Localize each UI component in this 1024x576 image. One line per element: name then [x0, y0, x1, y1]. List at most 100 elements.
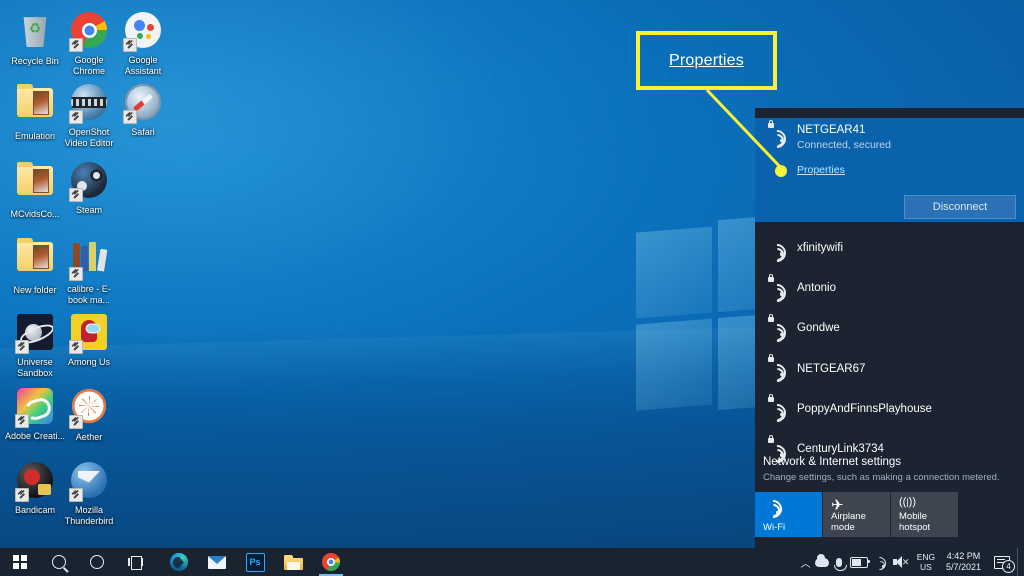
- quick-action-airplane-mode[interactable]: ✈ Airplane mode: [823, 492, 890, 537]
- network-list-item-xfinitywifi[interactable]: xfinitywifi: [755, 228, 1024, 268]
- shortcut-arrow-icon: [69, 110, 83, 124]
- google-assistant-icon: [123, 12, 163, 52]
- network-ssid: NETGEAR67: [797, 362, 866, 375]
- wifi-secured-icon: [764, 273, 790, 306]
- network-ssid: xfinitywifi: [797, 242, 844, 255]
- callout-properties-box: Properties: [636, 31, 777, 90]
- desktop-icon-google-chrome[interactable]: Google Chrome: [58, 10, 120, 76]
- taskbar: Ps ︿ ✕ ENG US 4:42 PM 5/7/2021 4: [0, 548, 1024, 576]
- desktop-icon-adobe-creative-cloud[interactable]: Adobe Creati...: [4, 386, 66, 442]
- network-internet-settings-link[interactable]: Network & Internet settings: [755, 456, 1024, 468]
- desktop-icon-label: New folder: [13, 285, 57, 295]
- wifi-icon: [760, 496, 786, 522]
- network-flyout-panel: NETGEAR41 Connected, secured Properties …: [755, 108, 1024, 548]
- network-wifi-icon[interactable]: [870, 548, 890, 576]
- network-list-item-poppyandfinnsplayhouse[interactable]: PoppyAndFinnsPlayhouse: [755, 389, 1024, 429]
- desktop-icon-openshot-video-editor[interactable]: OpenShot Video Editor: [58, 82, 120, 148]
- start-button[interactable]: [0, 548, 40, 576]
- network-list-item-antonio[interactable]: Antonio: [755, 268, 1024, 308]
- battery-icon[interactable]: [848, 548, 870, 576]
- network-ssid: PoppyAndFinnsPlayhouse: [797, 402, 932, 415]
- folder-icon: [15, 238, 55, 282]
- microphone-icon[interactable]: [831, 548, 848, 576]
- quick-action-wifi[interactable]: Wi-Fi: [755, 492, 822, 537]
- quick-action-label: Mobile hotspot: [899, 511, 931, 533]
- shortcut-arrow-icon: [69, 488, 83, 502]
- desktop-icon-bandicam[interactable]: Bandicam: [4, 460, 66, 516]
- network-list-item-gondwe[interactable]: Gondwe: [755, 308, 1024, 348]
- desktop-icon-aether[interactable]: Aether: [58, 386, 120, 443]
- shortcut-arrow-icon: [69, 415, 83, 429]
- language-line-2: US: [920, 562, 932, 572]
- file-explorer-button[interactable]: [274, 548, 312, 576]
- properties-link[interactable]: Properties: [797, 164, 845, 176]
- desktop-icon-steam[interactable]: Steam: [58, 160, 120, 216]
- desktop-icon-label: OpenShot Video Editor: [64, 127, 114, 148]
- file-explorer-icon: [283, 554, 303, 570]
- shortcut-arrow-icon: [123, 38, 137, 52]
- system-tray: ︿ ✕ ENG US 4:42 PM 5/7/2021 4: [797, 548, 1024, 576]
- clock-time: 4:42 PM: [946, 551, 981, 561]
- shortcut-arrow-icon: [15, 488, 29, 502]
- among-us-icon: [69, 314, 109, 354]
- task-view-icon: [128, 556, 142, 570]
- network-internet-settings-section: Network & Internet settings Change setti…: [755, 456, 1024, 483]
- wifi-secured-icon: [764, 434, 790, 467]
- quick-action-label: Wi-Fi: [763, 521, 786, 533]
- shortcut-arrow-icon: [69, 38, 83, 52]
- shortcut-arrow-icon: [69, 267, 83, 281]
- volume-muted-icon[interactable]: ✕: [890, 548, 912, 576]
- network-ssid: Gondwe: [797, 322, 840, 335]
- clock-date: 5/7/2021: [945, 562, 981, 572]
- photoshop-icon: Ps: [245, 552, 265, 572]
- cortana-button[interactable]: [78, 548, 116, 576]
- edge-button[interactable]: [160, 548, 198, 576]
- desktop-icon-among-us[interactable]: Among Us: [58, 312, 120, 368]
- language-indicator[interactable]: ENG US: [912, 552, 940, 572]
- desktop-icon-label: MCvidsCo...: [10, 209, 60, 219]
- show-hidden-icons-button[interactable]: ︿: [797, 548, 814, 576]
- desktop-icon-emulation[interactable]: Emulation: [4, 82, 66, 142]
- show-desktop-button[interactable]: [1017, 548, 1024, 576]
- shortcut-arrow-icon: [69, 340, 83, 354]
- connected-network-row[interactable]: NETGEAR41 Connected, secured Properties …: [755, 118, 1024, 222]
- disconnect-button[interactable]: Disconnect: [904, 195, 1016, 219]
- folder-icon: [15, 162, 55, 206]
- universe-sandbox-icon: [15, 314, 55, 354]
- desktop-icon-mozilla-thunderbird[interactable]: Mozilla Thunderbird: [58, 460, 120, 526]
- network-ssid: Antonio: [797, 282, 837, 295]
- aether-icon: [69, 389, 109, 429]
- desktop-icon-new-folder[interactable]: New folder: [4, 236, 66, 296]
- desktop-icon-safari[interactable]: Safari: [112, 82, 174, 138]
- desktop-icon-google-assistant[interactable]: Google Assistant: [112, 10, 174, 76]
- shortcut-arrow-icon: [15, 340, 29, 354]
- desktop-icon-label: Google Chrome: [72, 55, 105, 76]
- quick-action-label: Airplane mode: [831, 511, 866, 533]
- desktop-icon-label: Among Us: [67, 357, 111, 367]
- search-icon: [52, 555, 66, 569]
- desktop-icon-label: Bandicam: [14, 505, 56, 515]
- connected-network-ssid: NETGEAR41: [797, 124, 866, 136]
- task-view-button[interactable]: [116, 548, 154, 576]
- shortcut-arrow-icon: [123, 110, 137, 124]
- quick-action-mobile-hotspot[interactable]: ((|)) Mobile hotspot: [891, 492, 958, 537]
- adobe-creative-cloud-icon: [15, 388, 55, 428]
- onedrive-cloud-icon[interactable]: [814, 548, 831, 576]
- action-center-button[interactable]: 4: [987, 548, 1017, 576]
- wifi-secured-icon: [764, 394, 790, 427]
- network-list-item-netgear67[interactable]: NETGEAR67: [755, 349, 1024, 389]
- chrome-button[interactable]: [312, 548, 350, 576]
- folder-icon: [15, 84, 55, 128]
- search-button[interactable]: [40, 548, 78, 576]
- connected-network-status: Connected, secured: [797, 139, 891, 151]
- desktop-icon-mcvidsco[interactable]: MCvidsCo...: [4, 160, 66, 220]
- desktop-icon-universe-sandbox[interactable]: Universe Sandbox: [4, 312, 66, 378]
- desktop-icon-calibre[interactable]: calibre - E-book ma...: [58, 236, 120, 305]
- clock[interactable]: 4:42 PM 5/7/2021: [940, 551, 987, 573]
- desktop-icon-recycle-bin[interactable]: Recycle Bin: [4, 10, 66, 67]
- mail-button[interactable]: [198, 548, 236, 576]
- cortana-circle-icon: [90, 555, 104, 569]
- callout-label: Properties: [669, 51, 744, 69]
- wifi-secured-icon: [764, 120, 790, 152]
- photoshop-button[interactable]: Ps: [236, 548, 274, 576]
